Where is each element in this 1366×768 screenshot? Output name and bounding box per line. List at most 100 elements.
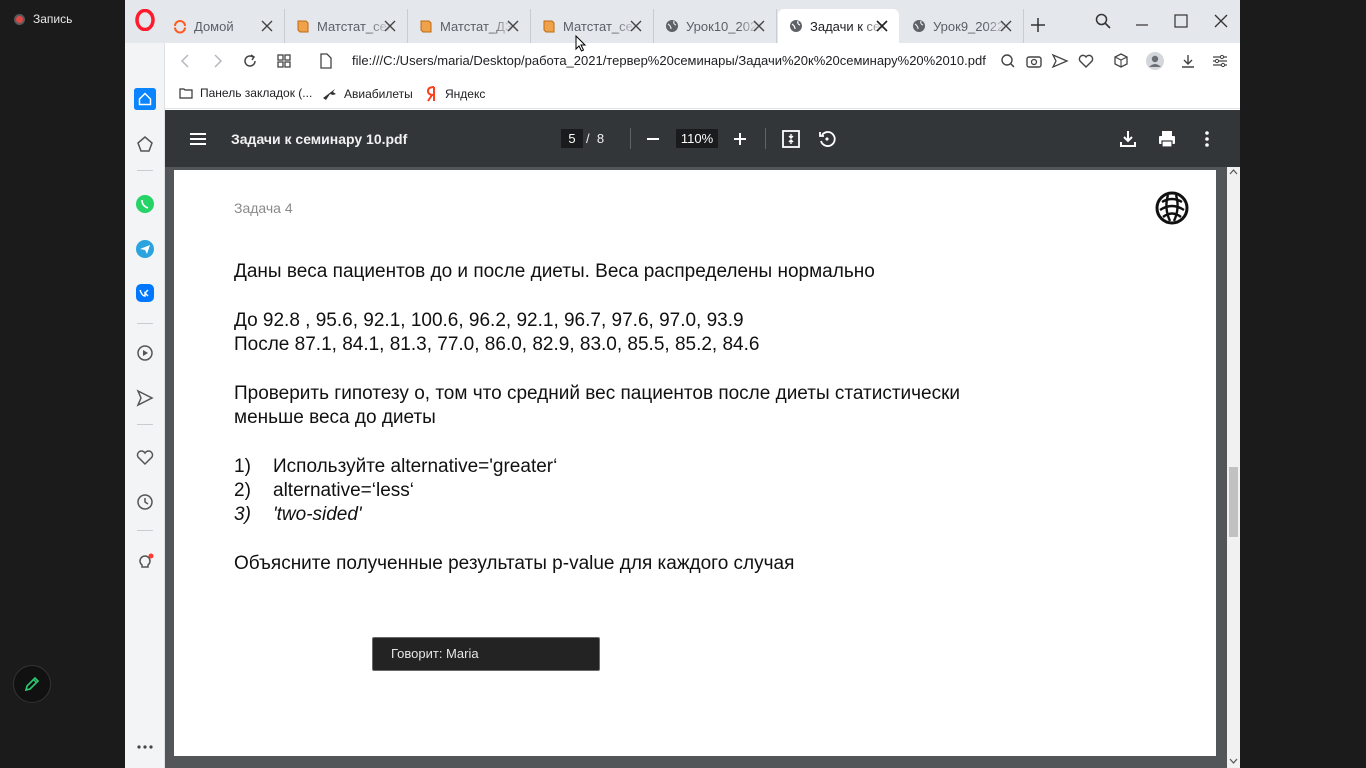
download-icon[interactable] [1179, 52, 1197, 70]
close-icon[interactable] [752, 19, 766, 33]
close-icon[interactable] [875, 19, 889, 33]
close-icon[interactable] [506, 19, 520, 33]
opera-sidebar [125, 43, 165, 768]
sidebar-player[interactable] [134, 342, 156, 364]
tab-grid-icon[interactable] [275, 52, 293, 70]
sidebar-tips[interactable] [134, 551, 156, 573]
tab-title: Матстат_семи [317, 18, 391, 34]
tab-zadachi-active[interactable]: Задачи к сем [778, 9, 899, 43]
sidebar-home[interactable] [134, 88, 156, 110]
sidebar-telegram[interactable] [134, 238, 156, 260]
page-separator: / [586, 131, 590, 146]
tab-title: Урок10_2022 [686, 18, 760, 34]
rotate-icon[interactable] [816, 128, 838, 150]
globe-icon [666, 20, 678, 32]
hypothesis-line-2: меньше веса до диеты [234, 407, 436, 428]
player-icon [137, 345, 153, 361]
list-item-number: 1) [234, 456, 251, 477]
sidebar-speeddial[interactable] [134, 133, 156, 155]
page-total: / 8 [586, 131, 604, 146]
page-number-input[interactable]: 5 [561, 129, 583, 148]
tab-title: Матстат_сем [563, 18, 637, 34]
easy-setup-icon[interactable] [1211, 52, 1229, 70]
task-label: Задача 4 [234, 200, 293, 216]
bookmark-aviabilety[interactable]: Авиабилеты [321, 86, 413, 102]
tab-title: Задачи к сем [810, 18, 884, 34]
tab-title: Матстат_ДЗ6 [440, 18, 514, 34]
send-icon [136, 389, 154, 407]
url-field[interactable]: file:///C:/Users/maria/Desktop/работа_20… [352, 53, 986, 68]
zoom-out-icon[interactable] [642, 128, 664, 150]
tab-search-icon[interactable] [1094, 12, 1112, 30]
scrollbar-thumb[interactable] [1229, 467, 1238, 537]
zoom-search-icon[interactable] [999, 52, 1017, 70]
close-icon[interactable] [260, 19, 274, 33]
minimize-icon[interactable] [1133, 12, 1151, 30]
toolbar-divider [630, 128, 631, 149]
sidebar-more[interactable] [134, 736, 156, 758]
maximize-icon[interactable] [1172, 12, 1190, 30]
sidebar-send[interactable] [134, 387, 156, 409]
recording-label: Запись [33, 12, 73, 26]
annotate-pencil-button[interactable] [13, 665, 51, 703]
scroll-up-icon[interactable] [1229, 169, 1238, 175]
pdf-scrollbar[interactable] [1227, 167, 1240, 768]
sidebar-whatsapp[interactable] [134, 193, 156, 215]
download-pdf-icon[interactable] [1117, 128, 1139, 150]
tab-urok10[interactable]: Урок10_2022 [654, 9, 777, 43]
tab-home[interactable]: Домой [162, 9, 285, 43]
heart-icon [136, 450, 154, 466]
explain-results: Объясните полученные результаты p-value … [234, 553, 795, 574]
tab-matstat-sem[interactable]: Матстат_сем [531, 9, 654, 43]
close-icon[interactable] [383, 19, 397, 33]
lightbulb-icon [139, 553, 154, 568]
opera-speeddial-icon [174, 20, 186, 34]
sidebar-history[interactable] [134, 491, 156, 513]
clock-icon [137, 494, 153, 510]
window-close-icon[interactable] [1212, 12, 1230, 30]
menu-hamburger-icon[interactable] [187, 128, 209, 150]
fit-page-icon[interactable] [780, 128, 802, 150]
more-vertical-icon[interactable] [1196, 128, 1218, 150]
pdf-viewport[interactable]: Задача 4 Даны веса пациентов до и после … [165, 167, 1227, 768]
globe-icon [913, 20, 925, 32]
whatsapp-icon [136, 195, 154, 213]
tab-matstat-seminar[interactable]: Матстат_семи [285, 9, 408, 43]
list-item-text: alternative=‘less‘ [273, 480, 414, 501]
speeddial-icon [137, 136, 153, 152]
reload-icon[interactable] [241, 52, 259, 70]
tab-matstat-dz6[interactable]: Матстат_ДЗ6 [408, 9, 531, 43]
bookmark-panel[interactable]: Панель закладок (... [179, 86, 312, 100]
weights-after: После 87.1, 84.1, 81.3, 77.0, 86.0, 82.9… [234, 334, 760, 355]
camera-icon[interactable] [1025, 52, 1043, 70]
close-icon[interactable] [999, 19, 1013, 33]
forward-icon[interactable] [208, 52, 226, 70]
yandex-icon [426, 86, 435, 102]
print-icon[interactable] [1156, 128, 1178, 150]
new-tab-plus-icon[interactable] [1029, 16, 1047, 34]
extensions-cube-icon[interactable] [1112, 52, 1130, 70]
sidebar-vk[interactable] [134, 282, 156, 304]
sidebar-bookmarks[interactable] [134, 447, 156, 469]
sidebar-divider [137, 424, 153, 425]
browser-window: Домой Матстат_семи Матстат_ДЗ6 Матстат_с… [125, 0, 1240, 768]
vk-icon [136, 284, 154, 302]
list-item-number: 3) [234, 504, 251, 525]
zoom-level-input[interactable]: 110% [676, 129, 718, 148]
zoom-in-icon[interactable] [729, 128, 751, 150]
share-send-icon[interactable] [1051, 52, 1069, 70]
speaker-indicator: Говорит: Maria [372, 637, 600, 671]
tab-title: Домой [194, 18, 234, 34]
tab-urok9[interactable]: Урок9_2022.и [901, 9, 1024, 43]
bookmark-yandex[interactable]: Яндекс [426, 86, 485, 102]
book-icon [297, 20, 309, 33]
back-icon[interactable] [177, 52, 195, 70]
heart-bookmark-icon[interactable] [1077, 52, 1095, 70]
sidebar-divider [137, 530, 153, 531]
telegram-icon [136, 240, 154, 258]
opera-menu-icon[interactable] [135, 9, 155, 31]
profile-avatar-icon[interactable] [1145, 51, 1165, 71]
page-count: 8 [596, 131, 605, 146]
scroll-down-icon[interactable] [1229, 758, 1238, 764]
close-icon[interactable] [629, 19, 643, 33]
